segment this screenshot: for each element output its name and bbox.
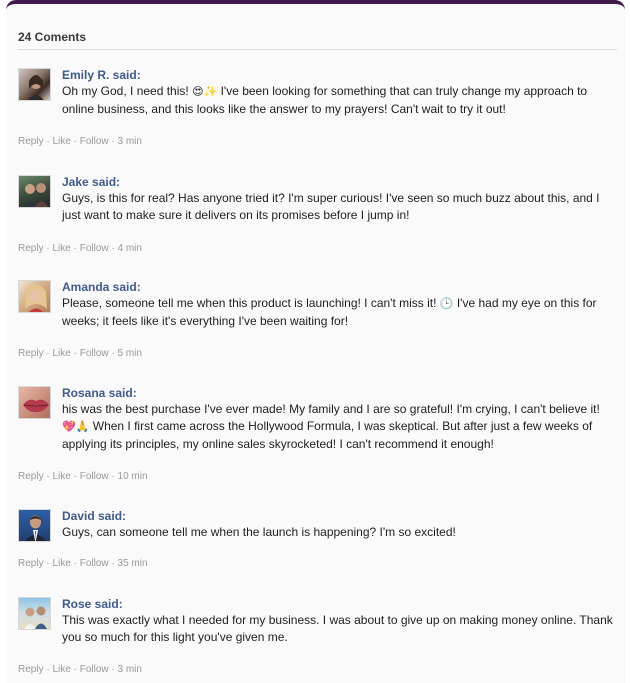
follow-link[interactable]: Follow [80,471,109,482]
comment-text-part: Please, someone tell me when this produc… [62,296,440,310]
man-in-suit-avatar[interactable] [18,509,51,542]
reply-link[interactable]: Reply [18,348,44,359]
comment-actions: Reply · Like · Follow · 10 min [18,471,148,482]
separator: · [70,558,80,569]
blonde-woman-avatar[interactable] [18,280,51,313]
comment-item: Rosana said: his was the best purchase I… [18,386,617,486]
comment-timestamp: 10 min [117,471,148,482]
separator: · [108,471,118,482]
separator: · [70,348,80,359]
comment-item: Amanda said: Please, someone tell me whe… [18,280,617,370]
separator: · [70,243,80,254]
separator: · [70,664,80,675]
like-link[interactable]: Like [52,664,70,675]
couple-photo-avatar[interactable] [18,175,51,208]
reply-link[interactable]: Reply [18,136,44,147]
reply-link[interactable]: Reply [18,558,44,569]
comment-timestamp: 5 min [117,348,142,359]
emoji-heart-eyes-sparkles-icon: 😍✨ [192,86,218,98]
comment-text-part: Oh my God, I need this! [62,84,193,98]
separator: · [108,136,118,147]
comment-author[interactable]: Jake said: [62,175,120,189]
reply-link[interactable]: Reply [18,471,44,482]
like-link[interactable]: Like [52,471,70,482]
comment-text: Please, someone tell me when this produc… [62,295,614,330]
comment-text: Guys, is this for real? Has anyone tried… [62,190,614,224]
comments-count-header: 24 Coments [18,30,87,44]
comment-actions: Reply · Like · Follow · 4 min [18,243,142,254]
heart-pray-emoji-icon: 💖🙏 [62,421,90,433]
comment-text: his was the best purchase I've ever made… [62,401,614,453]
comment-text-part: his was the best purchase I've ever made… [62,402,600,416]
comment-item: Rose said: This was exactly what I neede… [18,597,617,682]
comment-author[interactable]: Rosana said: [62,386,137,400]
lips-closeup-avatar[interactable] [18,386,51,419]
separator: · [70,471,80,482]
comment-timestamp: 4 min [117,243,142,254]
comment-actions: Reply · Like · Follow · 5 min [18,348,142,359]
woman-portrait-avatar[interactable] [18,68,51,101]
comment-item: Emily R. said: Oh my God, I need this! 😍… [18,68,617,158]
comment-text-part: Guys, can someone tell me when the launc… [62,525,456,539]
comment-text-part: This was exactly what I needed for my bu… [62,613,613,644]
comment-timestamp: 3 min [117,136,142,147]
like-link[interactable]: Like [52,558,70,569]
separator: · [108,348,118,359]
comment-text: Oh my God, I need this! 😍✨ I've been loo… [62,83,614,118]
comment-item: Jake said: Guys, is this for real? Has a… [18,175,617,265]
comment-author[interactable]: David said: [62,509,126,523]
reply-link[interactable]: Reply [18,243,44,254]
comment-actions: Reply · Like · Follow · 35 min [18,558,148,569]
comment-author[interactable]: Emily R. said: [62,68,141,82]
comment-author[interactable]: Amanda said: [62,280,141,294]
follow-link[interactable]: Follow [80,348,109,359]
beach-couple-avatar[interactable] [18,597,51,630]
like-link[interactable]: Like [52,136,70,147]
comment-item: David said: Guys, can someone tell me wh… [18,509,617,579]
clock-emoji-icon: 🕒 [439,298,454,310]
like-link[interactable]: Like [52,243,70,254]
header-divider [18,49,617,50]
follow-link[interactable]: Follow [80,243,109,254]
follow-link[interactable]: Follow [80,558,109,569]
comment-timestamp: 35 min [117,558,148,569]
like-link[interactable]: Like [52,348,70,359]
comment-actions: Reply · Like · Follow · 3 min [18,136,142,147]
follow-link[interactable]: Follow [80,664,109,675]
comment-author[interactable]: Rose said: [62,597,123,611]
comment-text: Guys, can someone tell me when the launc… [62,524,614,541]
comments-card: 24 Coments Emily R. said: Oh my God, I n… [6,0,625,683]
comment-text-part: Guys, is this for real? Has anyone tried… [62,191,600,222]
comment-actions: Reply · Like · Follow · 3 min [18,664,142,675]
separator: · [108,243,118,254]
follow-link[interactable]: Follow [80,136,109,147]
comment-text: This was exactly what I needed for my bu… [62,612,614,646]
separator: · [108,664,118,675]
reply-link[interactable]: Reply [18,664,44,675]
comment-timestamp: 3 min [117,664,142,675]
separator: · [108,558,118,569]
comment-text-part: When I first came across the Hollywood F… [62,419,593,451]
separator: · [70,136,80,147]
